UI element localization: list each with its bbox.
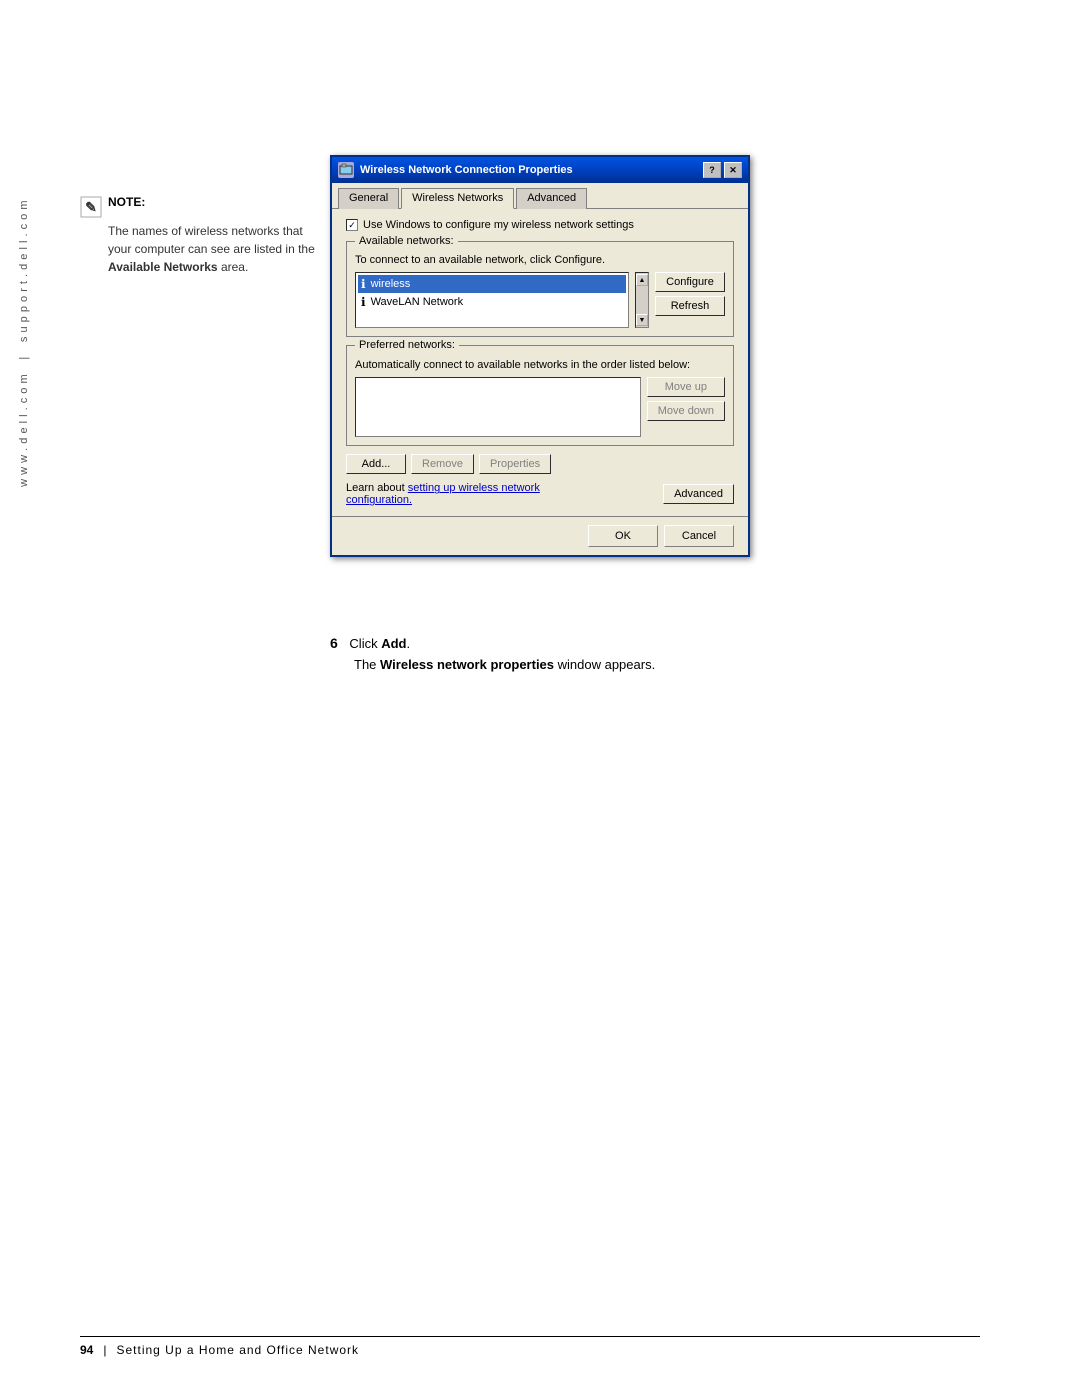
network-item-wavelan[interactable]: ℹ WaveLAN Network <box>358 293 626 311</box>
network-list: ℹ wireless ℹ WaveLAN Network <box>355 272 629 328</box>
ok-button[interactable]: OK <box>588 525 658 547</box>
checkbox-row: ✓ Use Windows to configure my wireless n… <box>346 219 734 231</box>
tab-bar: General Wireless Networks Advanced <box>332 183 748 209</box>
checkbox-label: Use Windows to configure my wireless net… <box>363 219 634 231</box>
titlebar-controls: ? ✕ <box>703 162 742 178</box>
footer-divider: | <box>103 1343 106 1357</box>
step-number: 6 <box>330 635 338 651</box>
svg-text:✎: ✎ <box>85 199 97 215</box>
note-label: NOTE: <box>108 195 145 209</box>
note-icon: ✎ <box>80 196 102 218</box>
page-number: 94 <box>80 1343 93 1357</box>
cancel-button[interactable]: Cancel <box>664 525 734 547</box>
scrollbar[interactable]: ▲ ▼ <box>635 272 649 328</box>
add-button[interactable]: Add... <box>346 454 406 474</box>
sidebar-text: w w w . d e l l . c o m | s u p p o r t … <box>18 200 30 487</box>
network-item-wireless[interactable]: ℹ wireless <box>358 275 626 293</box>
dialog-footer: OK Cancel <box>332 516 748 555</box>
configure-button[interactable]: Configure <box>655 272 725 292</box>
help-button[interactable]: ? <box>703 162 721 178</box>
scroll-up[interactable]: ▲ <box>636 274 648 286</box>
tab-wireless-networks[interactable]: Wireless Networks <box>401 188 514 209</box>
available-networks-group: Available networks: To connect to an ava… <box>346 241 734 337</box>
preferred-row: Move up Move down <box>355 377 725 437</box>
wireless-icon: ℹ <box>361 277 366 291</box>
preferred-desc: Automatically connect to available netwo… <box>355 354 725 373</box>
advanced-button[interactable]: Advanced <box>663 484 734 504</box>
step-text: 6 Click Add. <box>330 635 980 651</box>
properties-button[interactable]: Properties <box>479 454 551 474</box>
bottom-buttons-left: Add... Remove Properties <box>346 454 551 474</box>
available-desc: To connect to an available network, clic… <box>355 250 725 266</box>
dialog-title: Wireless Network Connection Properties <box>360 164 573 176</box>
networks-buttons: Configure Refresh <box>655 272 725 316</box>
footer-chapter: Setting Up a Home and Office Network <box>116 1343 359 1357</box>
wavelan-icon: ℹ <box>361 295 366 309</box>
learn-link-text: Learn about setting up wireless network … <box>346 482 546 506</box>
preferred-networks-group: Preferred networks: Automatically connec… <box>346 345 734 446</box>
remove-button[interactable]: Remove <box>411 454 474 474</box>
note-section: ✎ NOTE: The names of wireless networks t… <box>80 195 320 276</box>
scroll-down[interactable]: ▼ <box>636 314 648 326</box>
dialog: Wireless Network Connection Properties ?… <box>330 155 750 557</box>
tab-advanced[interactable]: Advanced <box>516 188 587 209</box>
step-subtext: The Wireless network properties window a… <box>354 657 980 672</box>
preferred-buttons: Move up Move down <box>647 377 725 437</box>
tab-general[interactable]: General <box>338 188 399 209</box>
use-windows-checkbox[interactable]: ✓ <box>346 219 358 231</box>
wavelan-name: WaveLAN Network <box>371 296 464 308</box>
titlebar-left: Wireless Network Connection Properties <box>338 162 573 178</box>
dialog-titlebar: Wireless Network Connection Properties ?… <box>332 157 748 183</box>
refresh-button[interactable]: Refresh <box>655 296 725 316</box>
bottom-row: Add... Remove Properties <box>346 454 734 474</box>
note-body: The names of wireless networks that your… <box>80 222 320 276</box>
dialog-body: ✓ Use Windows to configure my wireless n… <box>332 209 748 516</box>
preferred-networks-label: Preferred networks: <box>355 339 459 351</box>
wireless-name: wireless <box>371 278 411 290</box>
page-footer: 94 | Setting Up a Home and Office Networ… <box>80 1336 980 1357</box>
move-up-button[interactable]: Move up <box>647 377 725 397</box>
available-networks-label: Available networks: <box>355 235 458 247</box>
move-down-button[interactable]: Move down <box>647 401 725 421</box>
preferred-list <box>355 377 641 437</box>
learn-row: Learn about setting up wireless network … <box>346 482 734 506</box>
step-section: 6 Click Add. The Wireless network proper… <box>330 635 980 672</box>
close-button[interactable]: ✕ <box>724 162 742 178</box>
networks-row: ℹ wireless ℹ WaveLAN Network ▲ ▼ Config <box>355 272 725 328</box>
titlebar-icon <box>338 162 354 178</box>
dialog-wrapper: Wireless Network Connection Properties ?… <box>330 155 750 557</box>
